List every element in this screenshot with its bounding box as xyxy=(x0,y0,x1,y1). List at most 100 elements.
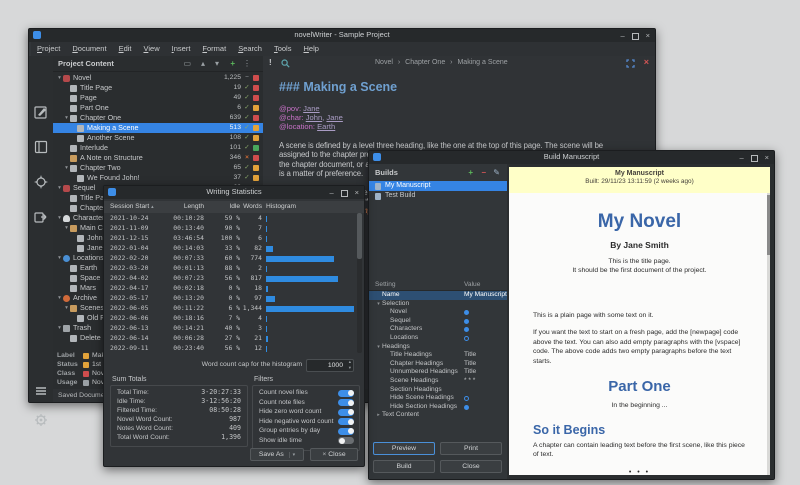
toggle-switch[interactable] xyxy=(338,437,354,444)
preview-scrollbar[interactable] xyxy=(767,193,770,475)
setting-chapter-headings[interactable]: Chapter HeadingsTitle xyxy=(369,360,507,369)
col-length[interactable]: Length xyxy=(160,201,204,213)
minimize-icon[interactable]: – xyxy=(739,152,743,163)
stats-row[interactable]: 2022-06-0500:11:226 %1,344 xyxy=(104,303,364,313)
expander-icon[interactable]: ▾ xyxy=(63,113,70,123)
expander-icon[interactable]: ▾ xyxy=(56,323,63,333)
setting-characters[interactable]: Characters xyxy=(369,325,507,334)
tree-item-part-one[interactable]: Part One6✓ xyxy=(53,103,263,113)
more-options-icon[interactable]: ⋮ xyxy=(243,58,251,69)
build-item-test-build[interactable]: Test Build xyxy=(369,191,507,201)
stats-table-header[interactable]: Session Start ▴ Length Idle Words Histog… xyxy=(104,201,364,213)
keyword-value[interactable]: Earth xyxy=(317,122,335,131)
stats-scrollbar[interactable] xyxy=(357,213,362,353)
close-document-icon[interactable]: × xyxy=(644,57,649,67)
add-item-icon[interactable]: + xyxy=(230,58,235,69)
col-histogram[interactable]: Histogram xyxy=(266,201,296,213)
menu-edit[interactable]: Edit xyxy=(113,42,138,56)
menu-insert[interactable]: Insert xyxy=(166,42,197,56)
close-button[interactable]: Close xyxy=(440,460,502,473)
col-words[interactable]: Words xyxy=(234,201,262,213)
stats-row[interactable]: 2021-11-0900:13:4090 %7 xyxy=(104,223,364,233)
close-icon[interactable]: × xyxy=(765,152,769,163)
stats-row[interactable]: 2021-10-2400:10:2859 %4 xyxy=(104,213,364,223)
stats-row[interactable]: 2022-03-2000:01:1388 %2 xyxy=(104,263,364,273)
maximize-icon[interactable] xyxy=(632,33,639,40)
edit-build-icon[interactable]: ✎ xyxy=(493,168,500,178)
compose-icon[interactable] xyxy=(33,104,49,120)
stats-titlebar[interactable]: Writing Statistics – × xyxy=(104,186,364,199)
close-icon[interactable]: × xyxy=(355,187,359,198)
preview-button[interactable]: Preview xyxy=(373,442,435,455)
tree-item-another-scene[interactable]: Another Scene108✓ xyxy=(53,133,263,143)
maximize-icon[interactable] xyxy=(341,190,348,197)
keyword-value[interactable]: John xyxy=(306,113,322,122)
menu-help[interactable]: Help xyxy=(297,42,324,56)
cap-value[interactable]: 1000 xyxy=(328,360,343,371)
settings-gear-icon[interactable] xyxy=(33,412,49,428)
novel-details-icon[interactable] xyxy=(33,174,49,190)
save-as-button[interactable]: Save As ▾ xyxy=(250,448,304,461)
print-button[interactable]: Print xyxy=(440,442,502,455)
minimize-icon[interactable]: – xyxy=(329,187,333,198)
stats-row[interactable]: 2022-06-0600:18:167 %4 xyxy=(104,313,364,323)
setting-text-content[interactable]: ▸Text Content xyxy=(369,411,507,420)
tree-item-chapter-one[interactable]: ▾Chapter One639✓ xyxy=(53,113,263,123)
tree-item-a-note-on-structure[interactable]: A Note on Structure346× xyxy=(53,153,263,163)
stats-table[interactable]: 2021-10-2400:10:2859 %42021-11-0900:13:4… xyxy=(104,213,364,353)
setting-name[interactable]: NameMy Manuscript xyxy=(369,291,507,300)
setting-locations[interactable]: Locations xyxy=(369,334,507,343)
tree-item-chapter-two[interactable]: ▾Chapter Two65✓ xyxy=(53,163,263,173)
remove-build-icon[interactable]: − xyxy=(481,168,486,178)
toggle-switch[interactable] xyxy=(338,428,354,435)
outline-book-icon[interactable] xyxy=(33,139,49,155)
build-item-my-manuscript[interactable]: My Manuscript xyxy=(369,181,507,191)
menu-document[interactable]: Document xyxy=(66,42,112,56)
stats-row[interactable]: 2022-04-1700:02:180 %18 xyxy=(104,283,364,293)
expander-icon[interactable]: ▾ xyxy=(56,293,63,303)
menu-hamburger-icon[interactable] xyxy=(33,383,49,399)
spinner-arrows-icon[interactable]: ▴▾ xyxy=(349,359,351,371)
toggle-switch[interactable] xyxy=(338,409,354,416)
close-stats-button[interactable]: × Close xyxy=(310,448,358,461)
expander-icon[interactable]: ▸ xyxy=(375,411,382,420)
expander-icon[interactable]: ▾ xyxy=(375,343,382,352)
tree-item-making-a-scene[interactable]: Making a Scene513✓ xyxy=(53,123,263,133)
notes-bang-icon[interactable]: ! xyxy=(269,58,272,67)
setting-headings[interactable]: ▾Headings xyxy=(369,343,507,352)
expander-icon[interactable]: ▾ xyxy=(63,303,70,313)
tree-item-page[interactable]: Page49✓ xyxy=(53,93,263,103)
menu-view[interactable]: View xyxy=(138,42,166,56)
expander-icon[interactable]: ▾ xyxy=(375,300,382,309)
quick-link-icon[interactable]: ▭ xyxy=(183,58,191,69)
menu-format[interactable]: Format xyxy=(196,42,232,56)
add-build-icon[interactable]: + xyxy=(468,168,473,178)
expander-icon[interactable]: ▾ xyxy=(56,73,63,83)
menu-tools[interactable]: Tools xyxy=(268,42,298,56)
focus-expand-icon[interactable] xyxy=(626,59,635,68)
main-titlebar[interactable]: novelWriter - Sample Project – × xyxy=(29,29,655,42)
cap-spinner[interactable]: 1000 ▴▾ xyxy=(306,359,354,372)
stats-row[interactable]: 2022-06-1300:14:2140 %3 xyxy=(104,323,364,333)
move-down-icon[interactable]: ▾ xyxy=(215,58,219,69)
setting-section-headings[interactable]: Section Headings xyxy=(369,386,507,395)
stats-row[interactable]: 2021-12-1503:46:54100 %6 xyxy=(104,233,364,243)
menu-search[interactable]: Search xyxy=(232,42,268,56)
close-icon[interactable]: × xyxy=(646,30,650,41)
setting-scene-headings[interactable]: Scene Headings* * * xyxy=(369,377,507,386)
expander-icon[interactable]: ▾ xyxy=(56,253,63,263)
toggle-switch[interactable] xyxy=(338,418,354,425)
col-session-start[interactable]: Session Start ▴ xyxy=(110,201,154,213)
stats-row[interactable]: 2022-09-1100:23:4056 %12 xyxy=(104,343,364,353)
setting-unnumbered-headings[interactable]: Unnumbered HeadingsTitle xyxy=(369,368,507,377)
search-icon[interactable] xyxy=(281,59,290,68)
export-icon[interactable] xyxy=(33,209,49,225)
tree-item-interlude[interactable]: Interlude101✓ xyxy=(53,143,263,153)
tree-item-title-page[interactable]: Title Page19✓ xyxy=(53,83,263,93)
stats-row[interactable]: 2022-05-1700:13:200 %97 xyxy=(104,293,364,303)
preview-scrollbar-thumb[interactable] xyxy=(767,195,770,255)
build-titlebar[interactable]: Build Manuscript – × xyxy=(369,151,774,164)
setting-title-headings[interactable]: Title HeadingsTitle xyxy=(369,351,507,360)
setting-hide-scene-headings[interactable]: Hide Scene Headings xyxy=(369,394,507,403)
menu-project[interactable]: Project xyxy=(31,42,66,56)
